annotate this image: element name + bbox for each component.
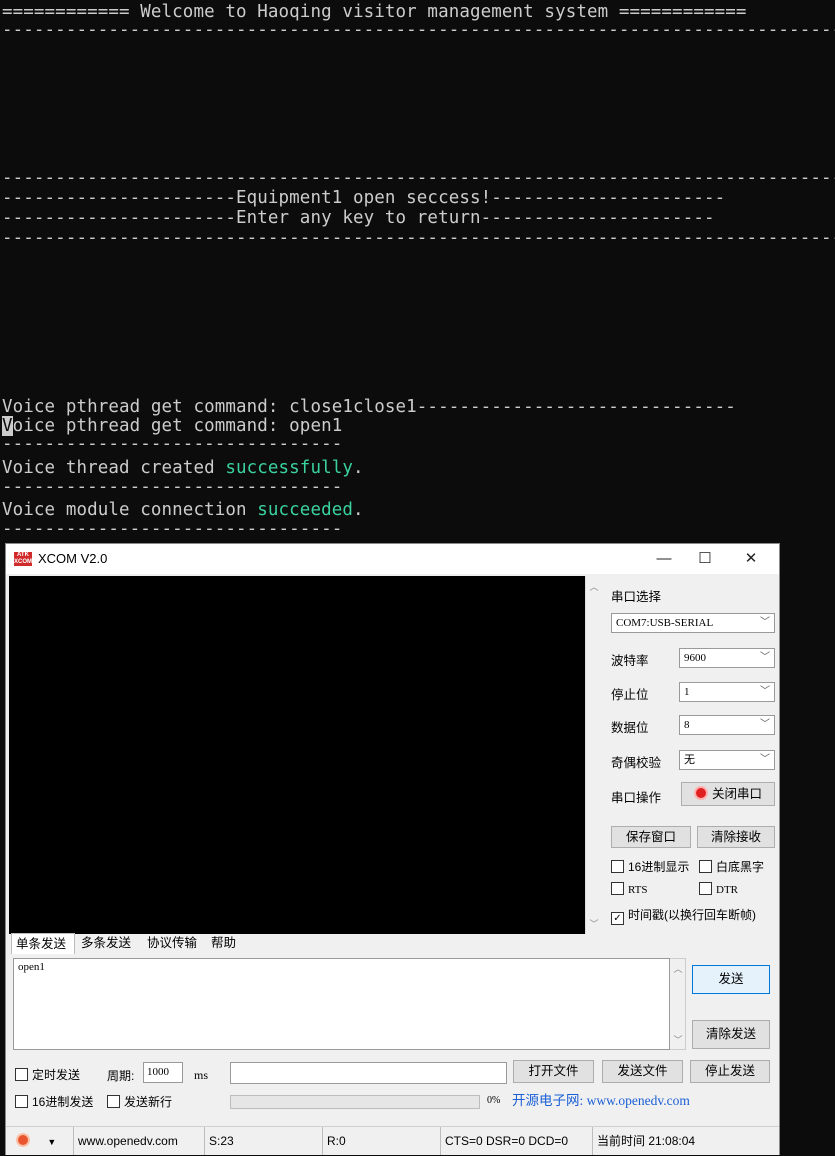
databit-select[interactable]: 8 ﹀	[679, 715, 775, 735]
send-scrollbar[interactable]: ︿ ﹀	[670, 958, 686, 1050]
period-unit: ms	[194, 1068, 209, 1082]
terminal-separator: --------------------------------	[2, 434, 343, 454]
chevron-down-icon: ﹀	[760, 719, 770, 730]
terminal-voice-cmd-close: Voice pthread get command: close1close1-…	[2, 397, 736, 417]
clear-send-button[interactable]: 清除发送	[692, 1020, 770, 1049]
chevron-down-icon: ﹀	[760, 617, 770, 628]
settings-panel: 串口选择 COM7:USB-SERIAL ﹀ 波特率 9600 ﹀ 停止位 1 ﹀ 数…	[609, 576, 779, 936]
checkmark-icon: ✓	[611, 912, 624, 925]
status-line-signals: CTS=0 DSR=0 DCD=0	[441, 1127, 593, 1155]
terminal-cursor: V	[2, 416, 13, 436]
terminal-voice-module-line: Voice module connection succeeded.	[2, 500, 364, 520]
databit-label: 数据位	[611, 721, 649, 735]
send-input[interactable]: open1	[13, 958, 670, 1050]
terminal-window: ============ Welcome to Haoqing visitor …	[0, 0, 835, 545]
port-select-label: 串口选择	[611, 590, 662, 604]
status-sent-count: S:23	[205, 1127, 323, 1155]
terminal-return-prompt-line: ----------------------Enter any key to r…	[2, 208, 715, 228]
terminal-separator: --------------------------------	[2, 519, 343, 539]
stop-send-button[interactable]: 停止发送	[690, 1060, 770, 1083]
parity-label: 奇偶校验	[611, 756, 662, 770]
send-progress-bar	[230, 1095, 480, 1109]
terminal-welcome-line: ============ Welcome to Haoqing visitor …	[2, 2, 747, 22]
terminal-voice-cmd-open: Voice pthread get command: open1	[2, 416, 343, 436]
progress-percent: 0%	[487, 1095, 501, 1106]
baud-label: 波特率	[611, 654, 649, 668]
status-url[interactable]: www.openedv.com	[73, 1127, 205, 1155]
app-logo-icon: ATK XCOM	[14, 552, 32, 566]
receive-scrollbar[interactable]: ︿ ﹀	[585, 576, 602, 934]
period-label: 周期:	[107, 1069, 135, 1083]
scroll-down-icon[interactable]: ﹀	[589, 917, 599, 930]
tab-help[interactable]: 帮助	[207, 933, 251, 954]
port-status-icon	[693, 786, 708, 800]
status-bar: ▼ www.openedv.com S:23 R:0 CTS=0 DSR=0 D…	[6, 1126, 779, 1155]
tab-protocol[interactable]: 协议传输	[143, 933, 207, 954]
receive-area[interactable]	[9, 576, 585, 934]
window-title: XCOM V2.0	[38, 551, 108, 566]
chevron-down-icon: ﹀	[760, 754, 770, 765]
timed-send-checkbox[interactable]: 定时发送	[15, 1066, 80, 1083]
stopbit-select[interactable]: 1 ﹀	[679, 682, 775, 702]
chevron-down-icon: ▼	[47, 1137, 57, 1147]
xcom-window: ATK XCOM XCOM V2.0 — ☐ ✕ ︿ ﹀ 串口选择 COM7:U…	[5, 543, 780, 1155]
parity-select[interactable]: 无 ﹀	[679, 750, 775, 770]
status-time: 当前时间 21:08:04	[597, 1134, 696, 1148]
minimize-button[interactable]: —	[641, 544, 687, 574]
send-file-button[interactable]: 发送文件	[602, 1060, 683, 1083]
hex-send-checkbox[interactable]: 16进制发送	[15, 1093, 93, 1110]
site-banner[interactable]: 开源电子网: www.openedv.com	[512, 1089, 690, 1109]
hex-display-checkbox[interactable]: 16进制显示	[611, 858, 689, 875]
status-recv-count: R:0	[323, 1127, 441, 1155]
title-bar[interactable]: ATK XCOM XCOM V2.0 — ☐ ✕	[6, 544, 779, 574]
status-settings[interactable]: ▼	[6, 1127, 72, 1155]
terminal-voice-thread-line: Voice thread created successfully.	[2, 458, 364, 478]
save-window-button[interactable]: 保存窗口	[611, 826, 691, 848]
tab-single-send[interactable]: 单条发送	[11, 933, 75, 954]
settings-gear-icon	[16, 1133, 30, 1147]
timestamp-checkbox[interactable]: ✓ 时间戳(以换行回车断帧)	[611, 906, 756, 925]
open-file-button[interactable]: 打开文件	[513, 1060, 594, 1083]
file-path-input[interactable]	[230, 1062, 507, 1084]
scroll-up-icon[interactable]: ︿	[589, 580, 599, 593]
send-newline-checkbox[interactable]: 发送新行	[107, 1093, 172, 1110]
tab-multi-send[interactable]: 多条发送	[77, 933, 141, 954]
dtr-checkbox[interactable]: DTR	[699, 882, 738, 896]
maximize-button[interactable]: ☐	[682, 544, 728, 574]
terminal-separator: ----------------------------------------…	[2, 168, 835, 188]
chevron-down-icon: ﹀	[760, 652, 770, 663]
scroll-down-icon[interactable]: ﹀	[673, 1033, 683, 1046]
scroll-up-icon[interactable]: ︿	[673, 962, 683, 975]
port-select[interactable]: COM7:USB-SERIAL ﹀	[611, 613, 775, 633]
chevron-down-icon: ﹀	[760, 686, 770, 697]
terminal-separator: ----------------------------------------…	[2, 20, 835, 40]
baud-select[interactable]: 9600 ﹀	[679, 648, 775, 668]
stopbit-label: 停止位	[611, 688, 649, 702]
period-input[interactable]: 1000	[143, 1062, 183, 1083]
rts-checkbox[interactable]: RTS	[611, 882, 648, 896]
white-bg-checkbox[interactable]: 白底黑字	[699, 858, 764, 875]
clear-receive-button[interactable]: 清除接收	[697, 826, 775, 848]
close-window-button[interactable]: ✕	[728, 544, 774, 574]
close-port-button[interactable]: 关闭串口	[681, 782, 775, 806]
terminal-separator: ----------------------------------------…	[2, 228, 835, 248]
terminal-open-success-line: ----------------------Equipment1 open se…	[2, 188, 726, 208]
port-op-label: 串口操作	[611, 791, 662, 805]
send-button[interactable]: 发送	[692, 965, 770, 994]
terminal-separator: --------------------------------	[2, 477, 343, 497]
